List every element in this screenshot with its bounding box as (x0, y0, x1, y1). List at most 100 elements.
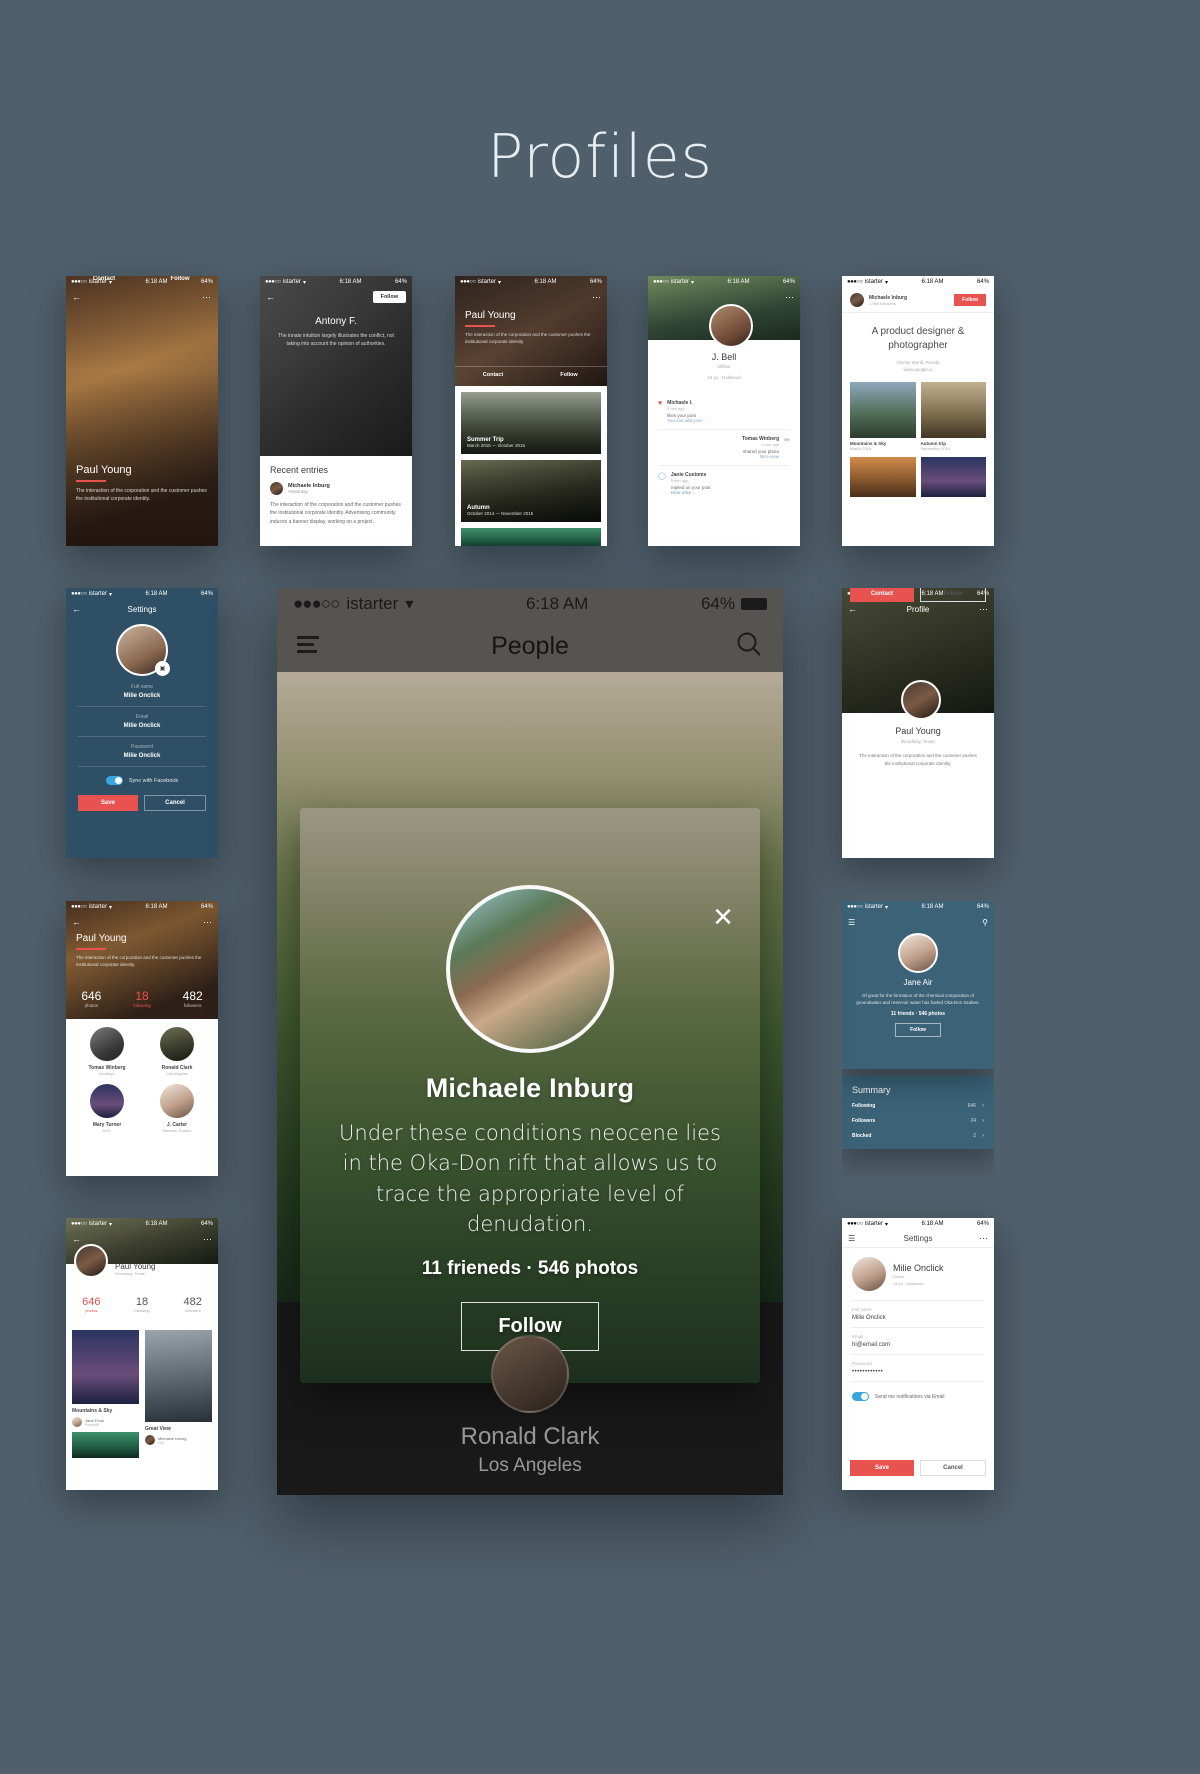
camera-icon[interactable]: ▣ (155, 661, 170, 676)
follow-button[interactable]: Follow (531, 367, 607, 383)
profile-counts: 11 friends · 546 photos (890, 1011, 946, 1018)
carrier-label: istarter (282, 279, 301, 285)
cancel-button[interactable]: Cancel (144, 795, 206, 811)
field-value[interactable]: Milie Onclick (78, 693, 206, 699)
profile-name: Paul Young (895, 726, 941, 736)
more-dots-icon[interactable]: ⋯ (592, 292, 601, 303)
friend-city: Los Angeles (166, 1071, 188, 1076)
nav-title: Profile (906, 604, 930, 614)
profile-stats: 11 frieneds · 546 photos (421, 1257, 639, 1279)
stat-following: 18 following (117, 989, 168, 1008)
album-thumb[interactable] (850, 457, 916, 497)
card-paul-gallery[interactable]: ●●●○○ istarter ▾ 6:18 AM 64% ← ⋯ Paul Youn… (66, 1218, 218, 1490)
card-antony[interactable]: ●●●○○ istarter ▾ 6:18 AM 64% ← Follow Anto… (260, 276, 412, 546)
avatar (709, 304, 753, 348)
friend-item[interactable]: J. Carter Warsaw, Poland (142, 1084, 212, 1133)
notifications-toggle[interactable] (852, 1392, 869, 1401)
stat-value: 482 (182, 989, 203, 1003)
follow-button[interactable]: Follow (920, 588, 986, 602)
summary-row[interactable]: Blocked 2 › (852, 1133, 984, 1139)
search-icon[interactable]: ⚲ (982, 918, 988, 927)
clock-label: 6:18 AM (921, 904, 944, 910)
feed-item[interactable]: Tomas Winberg 5 min ago shared your phot… (658, 429, 790, 465)
bottom-person[interactable]: Ronald Clark Los Angeles (277, 1335, 783, 1495)
card-jane-air[interactable]: ●●●○○ istarter ▾ 6:18 AM 64% ☰ ⚲ Jane Air … (842, 901, 994, 1176)
clock-label: 6:18 AM (339, 279, 362, 285)
field-label: Email (852, 1334, 864, 1339)
album-item[interactable]: Mountains & Sky Jane Frost Personal (72, 1330, 139, 1458)
album-item[interactable]: Summer Trip March 2015 — October 2015 (461, 392, 601, 454)
friend-item[interactable]: Ronald Clark Los Angeles (142, 1027, 212, 1076)
profile-status: Offline (717, 364, 731, 369)
album-thumb[interactable] (72, 1432, 139, 1458)
card-paul-albums[interactable]: ●●●○○ istarter ▾ 6:18 AM 64% ⋯ Paul Young … (455, 276, 607, 546)
avatar (446, 885, 614, 1053)
card-paul-hero[interactable]: ●●●○○ istarter ▾ 6:18 AM 64% ← ⋯ Paul Youn… (66, 276, 218, 546)
share-icon: ⇚ (784, 437, 790, 444)
follow-button[interactable]: Follow (372, 291, 406, 303)
album-item[interactable]: Mountains & Sky March 2016 (850, 382, 916, 451)
clock-label: 6:18 AM (525, 594, 589, 613)
card-profile-forest[interactable]: ●●●○○istarter▾ 6:18 AM 64% ← Profile ⋯ P… (842, 588, 994, 858)
album-item[interactable]: Great View Michaele Inburg City (145, 1330, 212, 1458)
close-icon[interactable]: × (706, 900, 740, 935)
profile-bio: The interaction of the corporation and t… (76, 488, 207, 502)
album-item[interactable] (461, 528, 601, 546)
wifi-icon: ▾ (302, 279, 306, 286)
search-icon[interactable] (735, 630, 763, 663)
follow-button[interactable]: Follow (954, 294, 986, 306)
clock-label: 6:18 AM (145, 1221, 168, 1227)
back-arrow-icon[interactable]: ← (266, 292, 275, 302)
battery-label: 64% (976, 279, 989, 285)
friend-item[interactable]: Tomas Winberg Brooklyn (72, 1027, 142, 1076)
feed-item[interactable]: ♥ Michaele I. 5 min ago likes your post … (658, 394, 790, 429)
avatar (852, 1257, 886, 1291)
save-button[interactable]: Save (850, 1460, 914, 1476)
battery-label: 64% (700, 594, 735, 613)
contact-button[interactable]: Contact (66, 276, 142, 288)
album-item[interactable]: Autumn October 2014 — November 2015 (461, 460, 601, 522)
profile-name: Paul Young (465, 310, 516, 321)
field-value[interactable]: •••••••••••• (852, 1369, 984, 1375)
contact-button[interactable]: Contact (455, 367, 531, 383)
summary-label: Following (852, 1103, 876, 1109)
field-value[interactable]: Milie Onclick (78, 753, 206, 759)
follow-button[interactable]: Follow (895, 1023, 941, 1038)
summary-row[interactable]: Followers 24 › (852, 1118, 984, 1124)
profile-modal[interactable]: × Michaele Inburg Under these conditions… (300, 808, 760, 1383)
feed-item[interactable]: ◯ Janie Customs 5 min ago replied on you… (658, 465, 790, 501)
save-button[interactable]: Save (78, 795, 138, 811)
card-settings-dark[interactable]: ●●●○○ istarter ▾ 6:18 AM 64% ← Settings ▣ … (66, 588, 218, 858)
card-jbell[interactable]: ●●●○○ istarter ▾ 6:18 AM 64% ⋯ J. Bell Off… (648, 276, 800, 546)
contact-button[interactable]: Contact (850, 588, 914, 602)
more-dots-icon[interactable]: ⋯ (203, 1234, 212, 1245)
back-arrow-icon[interactable]: ← (72, 292, 81, 302)
more-dots-icon[interactable]: ⋯ (202, 292, 212, 303)
field-value[interactable]: Milie Onclick (852, 1315, 984, 1321)
stat-label: photos (85, 1308, 98, 1313)
card-paul-friends[interactable]: ●●●○○ istarter ▾ 6:18 AM 64% ← ⋯ Paul Youn… (66, 901, 218, 1176)
header-followers: 1,984 followers (869, 300, 896, 306)
friend-item[interactable]: Mary Turner NYC (72, 1084, 142, 1133)
card-settings-light[interactable]: ●●●○○ istarter ▾ 6:18 AM 64% ☰ Settings ⋯ … (842, 1218, 994, 1490)
album-item[interactable]: Autumn trip September 2016 (920, 382, 986, 451)
more-dots-icon[interactable]: ⋯ (203, 917, 212, 928)
field-value[interactable]: Milie Onclick (78, 723, 206, 729)
signal-dots: ●●●○○ (847, 1221, 863, 1227)
summary-row[interactable]: Following 646 › (852, 1103, 984, 1109)
back-arrow-icon[interactable]: ← (72, 917, 81, 927)
sync-toggle[interactable] (105, 776, 123, 785)
cancel-button[interactable]: Cancel (920, 1460, 986, 1476)
back-arrow-icon[interactable]: ← (72, 1234, 81, 1244)
center-phone-mockup[interactable]: ●●●○○ istarter ▾ 6:18 AM 64% People × Mi… (277, 588, 783, 1495)
album-thumb[interactable] (920, 457, 986, 497)
card-designer[interactable]: ●●●○○ istarter ▾ 6:18 AM 64% Michaele Inbu… (842, 276, 994, 546)
stat-label: following (133, 1003, 151, 1008)
follow-button[interactable]: Follow (142, 276, 218, 288)
avatar (270, 482, 283, 495)
more-dots-icon[interactable]: ⋯ (785, 292, 794, 303)
field-value[interactable]: hi@email.com (852, 1342, 984, 1348)
battery-label: 64% (200, 904, 213, 910)
hamburger-icon[interactable]: ☰ (848, 918, 855, 927)
feed-time: 5 min ago (667, 406, 685, 411)
